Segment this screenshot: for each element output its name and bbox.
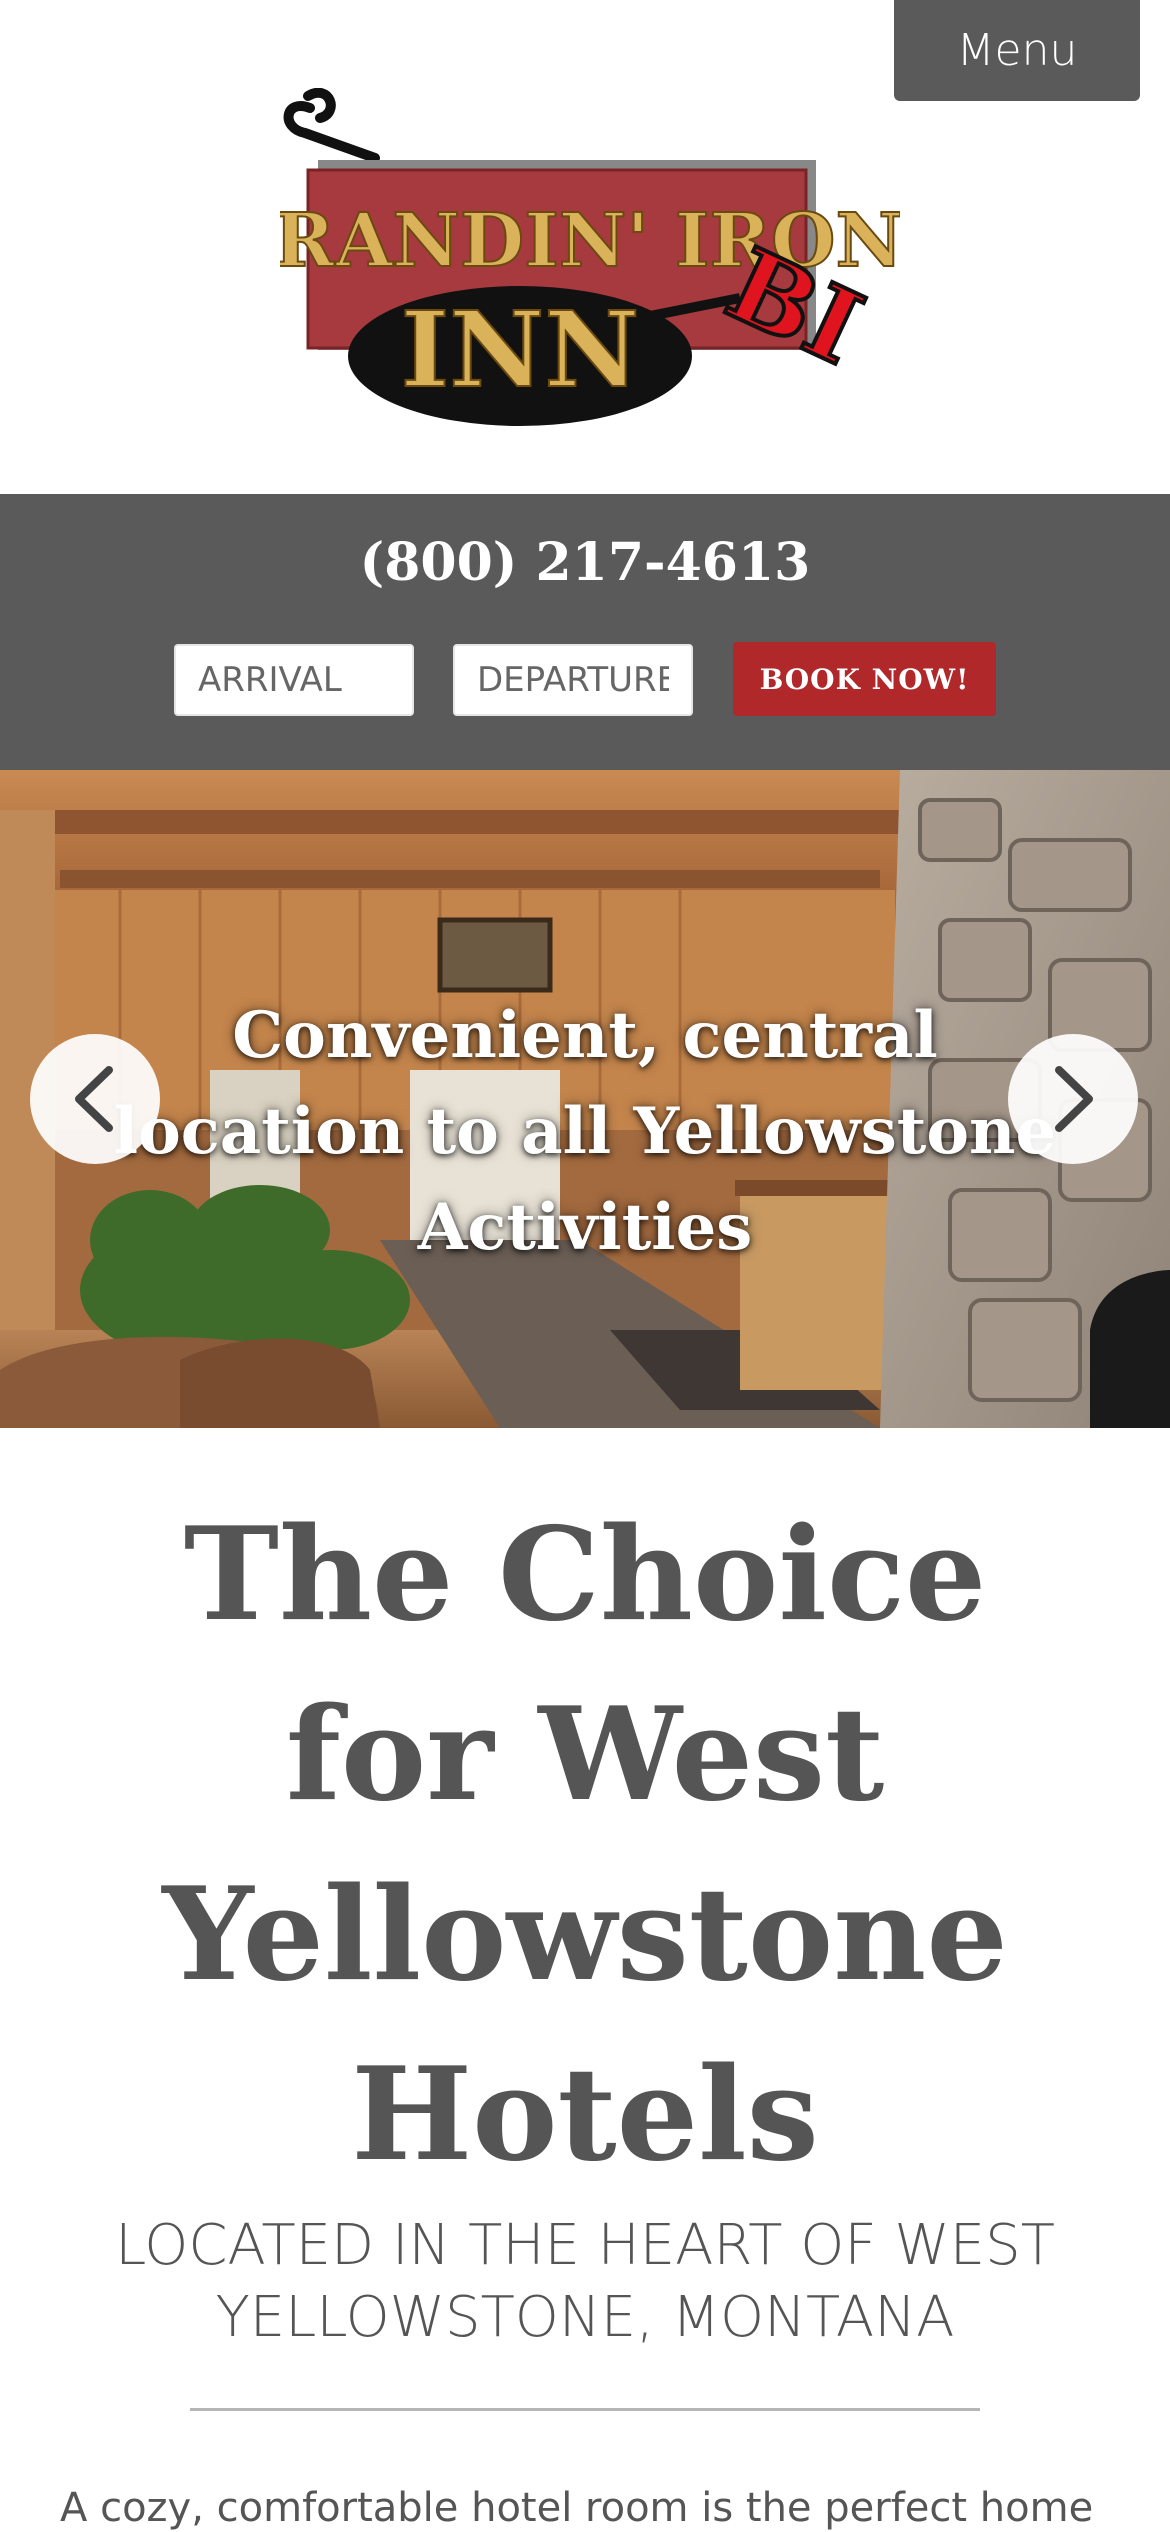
logo-line2: INN (401, 288, 640, 411)
book-now-button[interactable]: BOOK NOW! (733, 642, 996, 716)
departure-date-input[interactable] (453, 644, 693, 716)
section-divider (190, 2408, 980, 2411)
page-subtitle: LOCATED IN THE HEART OF WEST YELLOWSTONE… (115, 2213, 1055, 2350)
site-logo[interactable]: BRANDIN' IRON INN BI (280, 88, 900, 438)
page-title: The Choice for West Yellowstone Hotels (162, 1500, 1008, 2190)
chevron-right-icon (1055, 1066, 1093, 1132)
hero-slider: Convenient, central location to all Yell… (0, 770, 1170, 1428)
slider-prev-button[interactable] (30, 1034, 160, 1164)
menu-button[interactable]: Menu (894, 0, 1140, 101)
arrival-date-input[interactable] (174, 644, 414, 716)
phone-number[interactable]: (800) 217-4613 (0, 532, 1170, 593)
intro-paragraph: A cozy, comfortable hotel room is the pe… (60, 2485, 1094, 2531)
site-header: Menu BRANDIN' IRON INN BI (0, 0, 1170, 494)
slider-next-button[interactable] (1008, 1034, 1138, 1164)
slide-caption: Convenient, central location to all Yell… (113, 998, 1057, 1265)
booking-bar: (800) 217-4613 BOOK NOW! (0, 494, 1170, 770)
chevron-left-icon (75, 1066, 113, 1132)
